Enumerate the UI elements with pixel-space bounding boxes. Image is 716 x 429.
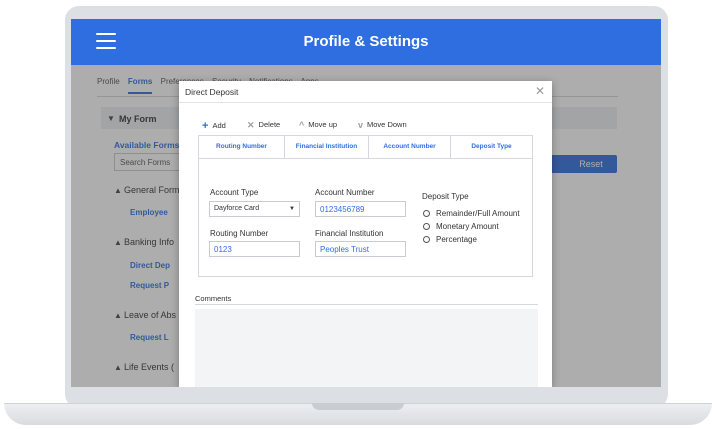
plus-icon: +	[202, 120, 209, 132]
radio-circle-icon	[423, 236, 430, 243]
close-icon[interactable]: ✕	[535, 84, 545, 98]
deposit-type-label: Deposit Type	[422, 192, 469, 201]
account-number-label: Account Number	[315, 188, 375, 197]
laptop-mockup: Profile & Settings Profile Forms Prefere…	[0, 0, 716, 429]
account-type-select[interactable]: Dayforce Card ▼	[209, 201, 300, 217]
page-title: Profile & Settings	[303, 33, 429, 50]
move-down-button[interactable]: v Move Down	[358, 119, 407, 130]
comments-textarea[interactable]	[195, 309, 538, 387]
deposit-grid-header: Routing Number Financial Institution Acc…	[198, 135, 533, 159]
column-financial-institution[interactable]: Financial Institution	[285, 136, 369, 158]
delete-button[interactable]: ✕ Delete	[247, 119, 280, 130]
radio-percentage[interactable]: Percentage	[423, 235, 477, 244]
direct-deposit-dialog: Direct Deposit ✕ + Add ✕ Delete ^ Move up v…	[179, 81, 552, 387]
app-header: Profile & Settings	[71, 19, 661, 65]
laptop-notch	[312, 403, 404, 410]
radio-remainder-full[interactable]: Remainder/Full Amount	[423, 209, 520, 218]
dialog-header-divider	[179, 102, 552, 103]
routing-number-input[interactable]: 0123	[209, 241, 300, 257]
chevron-up-icon: ^	[299, 120, 305, 130]
close-x-icon: ✕	[247, 120, 255, 130]
column-account-number[interactable]: Account Number	[369, 136, 451, 158]
financial-institution-input[interactable]: Peoples Trust	[315, 241, 406, 257]
laptop-screen: Profile & Settings Profile Forms Prefere…	[71, 19, 661, 387]
radio-monetary-amount[interactable]: Monetary Amount	[423, 222, 499, 231]
caret-down-icon: ▼	[289, 206, 295, 212]
move-up-button[interactable]: ^ Move up	[299, 119, 337, 130]
column-routing-number[interactable]: Routing Number	[199, 136, 285, 158]
add-button[interactable]: + Add	[202, 119, 226, 132]
deposit-form-panel: Account Type Dayforce Card ▼ Account Num…	[198, 159, 533, 277]
routing-number-label: Routing Number	[210, 229, 269, 238]
account-type-label: Account Type	[210, 188, 259, 197]
radio-circle-icon	[423, 210, 430, 217]
column-deposit-type[interactable]: Deposit Type	[451, 136, 532, 158]
radio-circle-icon	[423, 223, 430, 230]
financial-institution-label: Financial Institution	[315, 229, 384, 238]
chevron-down-icon: v	[358, 120, 364, 130]
account-number-input[interactable]: 0123456789	[315, 201, 406, 217]
comments-label: Comments	[195, 294, 232, 303]
dialog-title: Direct Deposit	[185, 87, 239, 97]
comments-divider	[195, 304, 538, 305]
